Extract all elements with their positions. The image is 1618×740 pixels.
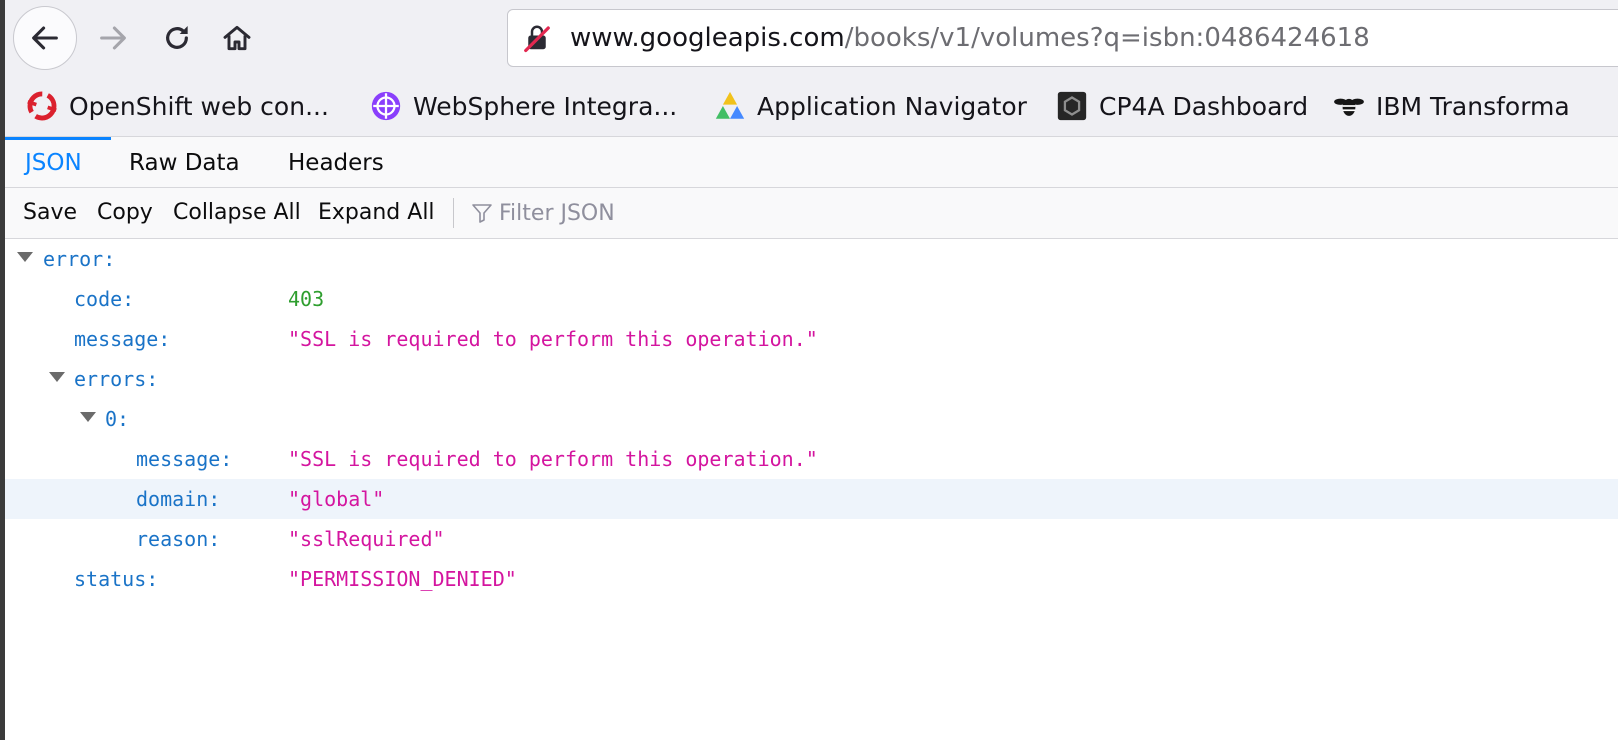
json-value: "SSL is required to perform this operati… [288,447,818,471]
filter-json-input[interactable] [499,194,1099,232]
json-value: "global" [288,487,385,511]
json-key: 0: [105,407,130,431]
bookmark-label: Application Navigator [757,91,1027,121]
app-navigator-icon [715,91,745,119]
address-bar[interactable]: www.googleapis.com/books/v1/volumes?q=is… [507,9,1618,67]
json-key: status: [74,567,159,591]
arrow-left-icon [32,26,58,50]
url-host: www.googleapis.com [570,23,845,53]
toolbar-divider [453,198,454,228]
json-row-errors-0[interactable]: 0: [5,399,1618,439]
bookmark-label: WebSphere Integra... [413,91,678,121]
arrow-right-icon [100,26,126,50]
ibm-bee-icon [1334,98,1364,116]
json-key: code: [74,287,135,311]
websphere-icon [371,91,401,121]
reload-icon [166,26,188,49]
openshift-icon [27,91,57,121]
expand-toggle[interactable] [49,372,65,382]
home-button[interactable] [211,12,263,64]
tab-headers[interactable]: Headers [288,137,384,187]
bookmark-websphere[interactable]: WebSphere Integra... [369,76,677,136]
json-toolbar: Save Copy Collapse All Expand All [5,188,1618,239]
tab-raw-data[interactable]: Raw Data [129,137,240,187]
json-value: "SSL is required to perform this operati… [288,327,818,351]
bookmark-label: IBM Transforma [1376,91,1570,121]
url-path: /books/v1/volumes?q=isbn:0486424618 [844,23,1370,53]
json-key: message: [74,327,171,351]
bookmark-application-navigator[interactable]: Application Navigator [713,76,1027,136]
json-key: message: [136,447,233,471]
bookmark-ibm-transformation[interactable]: IBM Transforma [1332,76,1570,136]
collapse-all-button[interactable]: Collapse All [173,188,301,238]
insecure-lock-icon [524,25,550,53]
expand-toggle[interactable] [80,412,96,422]
filter-icon [472,204,492,223]
json-row-code[interactable]: code: 403 [5,279,1618,319]
json-row-errors[interactable]: errors: [5,359,1618,399]
json-row-message[interactable]: message: "SSL is required to perform thi… [5,319,1618,359]
json-row-errors-0-reason[interactable]: reason: "sslRequired" [5,519,1618,559]
cp4a-icon [1057,91,1087,121]
bookmark-label: OpenShift web con... [69,91,329,121]
json-value: "PERMISSION_DENIED" [288,567,517,591]
viewer-tabs: JSON Raw Data Headers [5,137,1618,188]
json-row-status[interactable]: status: "PERMISSION_DENIED" [5,559,1618,599]
tab-json[interactable]: JSON [25,137,82,187]
json-row-errors-0-domain[interactable]: domain: "global" [5,479,1618,519]
json-value: 403 [288,287,325,311]
url-text[interactable]: www.googleapis.com/books/v1/volumes?q=is… [570,10,1370,66]
forward-button[interactable] [87,12,139,64]
expand-toggle[interactable] [17,252,33,262]
json-value: "sslRequired" [288,527,445,551]
home-icon [223,25,251,51]
json-key: errors: [74,367,159,391]
json-row-error[interactable]: error: [5,239,1618,279]
save-button[interactable]: Save [23,188,77,238]
bookmarks-toolbar: OpenShift web con... WebSphere Integra..… [5,76,1618,137]
copy-button[interactable]: Copy [97,188,153,238]
back-button[interactable] [13,6,77,70]
bookmark-cp4a-dashboard[interactable]: CP4A Dashboard [1055,76,1308,136]
json-key: domain: [136,487,221,511]
json-row-errors-0-message[interactable]: message: "SSL is required to perform thi… [5,439,1618,479]
json-key: error: [43,247,116,271]
bookmark-openshift[interactable]: OpenShift web con... [25,76,329,136]
json-key: reason: [136,527,221,551]
bookmark-label: CP4A Dashboard [1099,91,1309,121]
navigation-toolbar: www.googleapis.com/books/v1/volumes?q=is… [5,0,1618,76]
reload-button[interactable] [151,12,203,64]
expand-all-button[interactable]: Expand All [318,188,435,238]
